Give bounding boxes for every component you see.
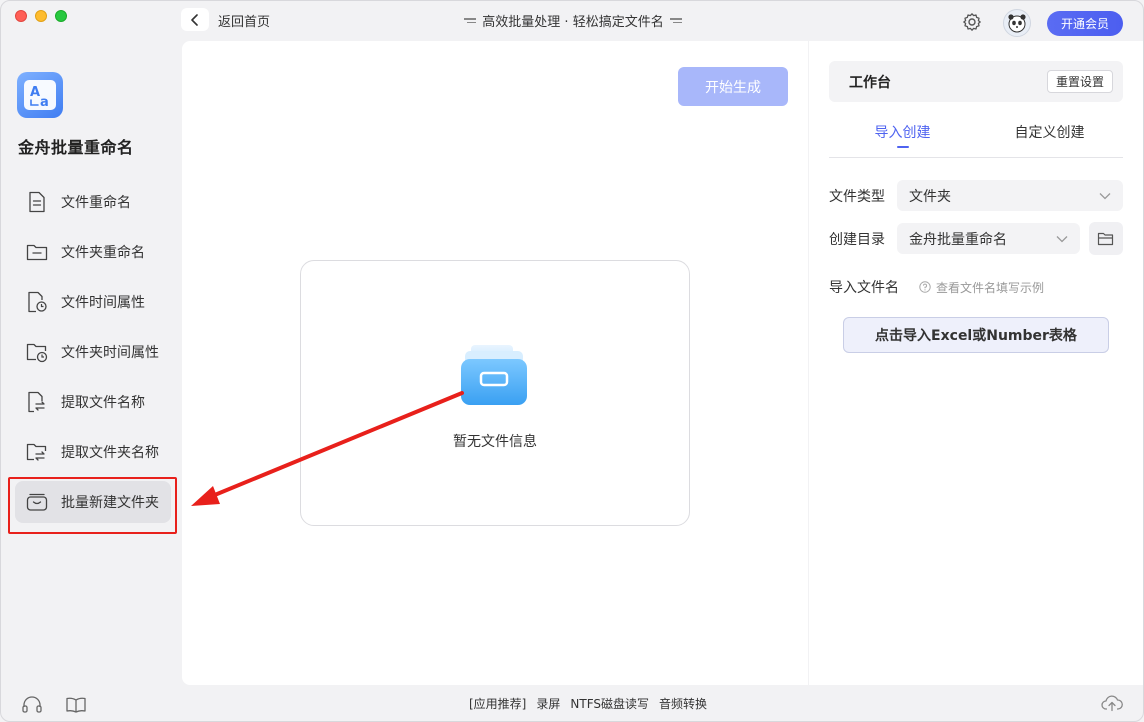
app-logo: A a: [17, 72, 63, 118]
close-window-button[interactable]: [15, 10, 27, 22]
sidebar-item-label: 文件夹时间属性: [61, 345, 159, 361]
empty-state-text: 暂无文件信息: [453, 434, 537, 450]
sidebar-item-folder-time[interactable]: 文件夹时间属性: [15, 331, 171, 373]
file-cabinet-icon: [461, 345, 527, 405]
app-window: 返回首页 高效批量处理 · 轻松搞定文件名 开通会员 A a 金舟批量重命名 文…: [0, 0, 1144, 722]
app-logo-icon: A a: [24, 80, 56, 110]
main-panel: 开始生成 暂无文件信息: [182, 41, 808, 685]
file-clock-icon: [25, 290, 49, 314]
empty-state-panel: 暂无文件信息: [300, 260, 690, 526]
browse-folder-button[interactable]: [1089, 222, 1123, 255]
file-type-row: 文件类型 文件夹: [829, 180, 1123, 211]
import-hint-link[interactable]: 查看文件名填写示例: [919, 279, 1044, 296]
cloud-upload-icon[interactable]: [1101, 694, 1123, 712]
import-excel-button[interactable]: 点击导入Excel或Number表格: [843, 317, 1109, 353]
window-title-text: 高效批量处理 · 轻松搞定文件名: [482, 15, 664, 30]
footer-links: [应用推荐] 录屏 NTFS磁盘读写 音频转换: [469, 695, 707, 712]
create-dir-select[interactable]: 金舟批量重命名: [897, 223, 1080, 254]
tab-import-create[interactable]: 导入创建: [829, 117, 976, 157]
gear-icon[interactable]: [962, 12, 982, 32]
footer-link-audio-convert[interactable]: 音频转换: [659, 695, 707, 712]
workbench-title: 工作台: [849, 74, 891, 91]
folder-icon: [25, 240, 49, 264]
minimize-window-button[interactable]: [35, 10, 47, 22]
question-circle-icon: [919, 281, 931, 293]
chevron-down-icon: [1099, 192, 1111, 199]
zoom-window-button[interactable]: [55, 10, 67, 22]
sidebar-item-label: 文件夹重命名: [61, 245, 145, 261]
file-extract-icon: [25, 390, 49, 414]
annotation-highlight-box: [8, 477, 177, 534]
sidebar-item-label: 提取文件名称: [61, 395, 145, 411]
tab-custom-create[interactable]: 自定义创建: [976, 117, 1123, 157]
import-hint-text: 查看文件名填写示例: [936, 280, 1045, 295]
create-dir-value: 金舟批量重命名: [909, 231, 1007, 248]
svg-text:a: a: [40, 95, 49, 110]
user-avatar[interactable]: [1003, 9, 1031, 37]
back-home-link[interactable]: 返回首页: [218, 11, 270, 30]
vip-button[interactable]: 开通会员: [1047, 11, 1123, 36]
import-name-label: 导入文件名: [829, 280, 899, 296]
create-dir-row: 创建目录 金舟批量重命名: [829, 222, 1123, 255]
sidebar-item-file-time[interactable]: 文件时间属性: [15, 281, 171, 323]
sidebar-item-extract-file-name[interactable]: 提取文件名称: [15, 381, 171, 423]
workbench-header: 工作台 重置设置: [829, 61, 1123, 102]
file-doc-icon: [25, 190, 49, 214]
folder-clock-icon: [25, 340, 49, 364]
back-button[interactable]: [181, 8, 209, 31]
sidebar-item-extract-folder-name[interactable]: 提取文件夹名称: [15, 431, 171, 473]
sidebar-item-label: 文件时间属性: [61, 295, 145, 311]
import-name-row: 导入文件名 查看文件名填写示例: [829, 277, 1044, 297]
workbench-tabs: 导入创建 自定义创建: [829, 117, 1123, 158]
sidebar-item-folder-rename[interactable]: 文件夹重命名: [15, 231, 171, 273]
sidebar: A a 金舟批量重命名 文件重命名 文件夹重命名 文件时间属性 文件夹时间属性 …: [1, 41, 181, 685]
chevron-down-icon: [1056, 235, 1068, 242]
folder-extract-icon: [25, 440, 49, 464]
window-controls: [15, 10, 67, 22]
file-type-value: 文件夹: [909, 188, 951, 205]
folder-open-icon: [1097, 232, 1114, 245]
panda-avatar-icon: [1008, 14, 1026, 33]
sidebar-item-file-rename[interactable]: 文件重命名: [15, 181, 171, 223]
sidebar-item-label: 文件重命名: [61, 195, 131, 211]
window-title: 高效批量处理 · 轻松搞定文件名: [453, 11, 693, 30]
create-dir-label: 创建目录: [829, 231, 885, 248]
headset-icon[interactable]: [21, 696, 43, 714]
svg-text:A: A: [30, 85, 40, 100]
title-decoration-left: [464, 18, 477, 23]
footer-link-screen-record[interactable]: 录屏: [536, 695, 560, 712]
title-decoration-right: [669, 18, 682, 23]
sidebar-footer: [21, 696, 87, 714]
file-type-label: 文件类型: [829, 188, 885, 205]
footer-app-recommend: [应用推荐]: [469, 697, 527, 711]
app-name: 金舟批量重命名: [18, 138, 134, 157]
workbench-panel: 工作台 重置设置 导入创建 自定义创建 文件类型 文件夹 创建目录 金舟批量重命…: [809, 41, 1143, 685]
footer-link-ntfs[interactable]: NTFS磁盘读写: [570, 695, 649, 712]
reset-settings-button[interactable]: 重置设置: [1046, 70, 1113, 93]
book-icon[interactable]: [65, 696, 87, 714]
file-type-select[interactable]: 文件夹: [897, 180, 1123, 211]
sidebar-item-label: 提取文件夹名称: [61, 445, 159, 461]
chevron-left-icon: [191, 13, 198, 26]
start-generate-button[interactable]: 开始生成: [678, 67, 788, 106]
